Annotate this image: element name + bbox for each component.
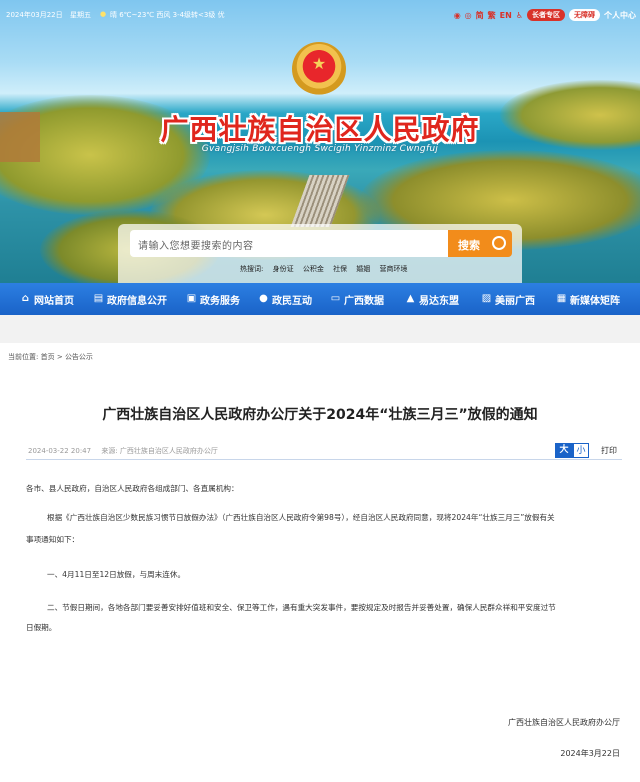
nav-label: 易达东盟 — [419, 295, 459, 307]
search-input[interactable]: 请输入您想要搜索的内容 — [130, 230, 448, 257]
font-size-small-button[interactable]: 小 — [573, 443, 589, 458]
service-icon: ▣ — [186, 293, 197, 304]
article-paragraph: 根据《广西壮族自治区少数民族习惯节日放假办法》（广西壮族自治区人民政府令第98号… — [47, 513, 555, 522]
nav-label: 政民互动 — [272, 295, 312, 307]
accessibility-icon[interactable]: ♿ — [516, 11, 523, 20]
site-title: 广西壮族自治区人民政府 — [160, 113, 480, 146]
breadcrumb-current[interactable]: 公告公示 — [65, 353, 93, 361]
nav-item-home[interactable]: ⌂ 网站首页 — [20, 283, 74, 315]
article-salutation: 各市、县人民政府，自治区人民政府各组成部门、各直属机构： — [26, 484, 239, 493]
lang-english-link[interactable]: EN — [500, 11, 512, 20]
nav-item-new-media[interactable]: ▦ 新媒体矩阵 — [556, 283, 620, 315]
search-placeholder: 请输入您想要搜索的内容 — [138, 241, 254, 252]
top-bar: 2024年03月22日 星期五 ● 晴 6℃~23℃ 西风 3-4级转<3级 优… — [0, 0, 640, 32]
breadcrumb-home[interactable]: 首页 — [41, 353, 55, 361]
article-source: 来源: 广西壮族自治区人民政府办公厅 — [101, 447, 218, 455]
header-banner: 2024年03月22日 星期五 ● 晴 6℃~23℃ 西风 3-4级转<3级 优… — [0, 0, 640, 283]
hot-word[interactable]: 社保 — [333, 265, 347, 273]
article-meta: 2024-03-22 20:47 来源: 广西壮族自治区人民政府办公厅 — [28, 446, 226, 456]
hot-word[interactable]: 公积金 — [303, 265, 324, 273]
meta-divider — [26, 459, 622, 460]
data-icon: ▭ — [330, 293, 341, 304]
home-icon: ⌂ — [21, 293, 30, 304]
sun-icon: ● — [100, 10, 107, 18]
accessibility-button[interactable]: 无障碍 — [569, 9, 600, 21]
current-date: 2024年03月22日 — [6, 11, 63, 19]
font-size-large-button[interactable]: 大 — [555, 443, 573, 458]
national-emblem-icon: ★ — [292, 42, 346, 96]
nav-label: 新媒体矩阵 — [570, 295, 620, 307]
gray-divider-band — [0, 315, 640, 343]
search-panel: 请输入您想要搜索的内容 搜索 热搜词: 身份证 公积金 社保 婚姻 营商环境 — [118, 224, 522, 283]
hot-word[interactable]: 身份证 — [273, 265, 294, 273]
weather-info: 晴 6℃~23℃ 西风 3-4级转<3级 优 — [110, 11, 225, 19]
breadcrumb: 当前位置: 首页 > 公告公示 — [8, 352, 93, 362]
nav-item-gov-info[interactable]: ▤ 政府信息公开 — [93, 283, 167, 315]
nav-item-beautiful-guangxi[interactable]: ▨ 美丽广西 — [481, 283, 535, 315]
nav-label: 网站首页 — [34, 295, 74, 307]
nav-item-services[interactable]: ▣ 政务服务 — [186, 283, 240, 315]
breadcrumb-separator: > — [56, 353, 63, 361]
top-links: ◉ ◎ 简 繁 EN ♿ 长者专区 无障碍 个人中心 — [454, 7, 636, 23]
article-paragraph: 二、节假日期间，各地各部门要妥善安排好值班和安全、保卫等工作，遇有重大突发事件，… — [47, 603, 556, 612]
article-paragraph: 事项通知如下： — [26, 535, 80, 544]
hot-search-label: 热搜词: — [240, 265, 264, 273]
landmark-icon: ▲ — [406, 293, 415, 304]
nav-item-asean[interactable]: ▲ 易达东盟 — [405, 283, 459, 315]
article-paragraph: 一、4月11日至12日放假，与周末连休。 — [47, 570, 186, 579]
article-paragraph: 日假期。 — [26, 623, 57, 632]
nav-item-data[interactable]: ▭ 广西数据 — [330, 283, 384, 315]
main-nav: ⌂ 网站首页 ▤ 政府信息公开 ▣ 政务服务 ● 政民互动 ▭ 广西数据 ▲ 易达东盟 ▨ 美… — [0, 283, 640, 315]
lang-simplified-link[interactable]: 简 — [476, 10, 484, 21]
search-button-label: 搜索 — [458, 239, 480, 252]
wechat-icon[interactable]: ◎ — [465, 11, 472, 20]
article-datetime: 2024-03-22 20:47 — [28, 447, 92, 455]
hot-word[interactable]: 婚姻 — [356, 265, 370, 273]
nav-label: 美丽广西 — [495, 295, 535, 307]
hot-word[interactable]: 营商环境 — [380, 265, 408, 273]
personal-center-link[interactable]: 个人中心 — [604, 10, 636, 21]
article-signature: 广西壮族自治区人民政府办公厅 — [508, 718, 620, 727]
search-icon — [492, 236, 506, 250]
article-title: 广西壮族自治区人民政府办公厅关于2024年“壮族三月三”放假的通知 — [102, 407, 538, 423]
landscape-icon: ▨ — [481, 293, 492, 304]
lang-traditional-link[interactable]: 繁 — [488, 10, 496, 21]
breadcrumb-prefix: 当前位置: — [8, 353, 39, 361]
document-icon: ▤ — [93, 293, 104, 304]
nav-item-interaction[interactable]: ● 政民互动 — [258, 283, 312, 315]
search-button[interactable]: 搜索 — [448, 230, 512, 257]
weibo-icon[interactable]: ◉ — [454, 11, 461, 20]
nav-label: 广西数据 — [344, 295, 384, 307]
hot-search-words: 热搜词: 身份证 公积金 社保 婚姻 营商环境 — [240, 264, 415, 274]
nav-label: 政府信息公开 — [107, 295, 167, 307]
weekday: 星期五 — [70, 11, 91, 19]
nav-label: 政务服务 — [200, 295, 240, 307]
media-icon: ▦ — [556, 293, 567, 304]
chat-icon: ● — [259, 293, 268, 304]
elder-zone-button[interactable]: 长者专区 — [527, 9, 565, 21]
print-button[interactable]: 打印 — [601, 445, 617, 456]
site-subtitle: Gvangjsih Bouxcuengh Swcigih Yinzminz Cw… — [201, 144, 439, 154]
article-sign-date: 2024年3月22日 — [560, 749, 620, 758]
